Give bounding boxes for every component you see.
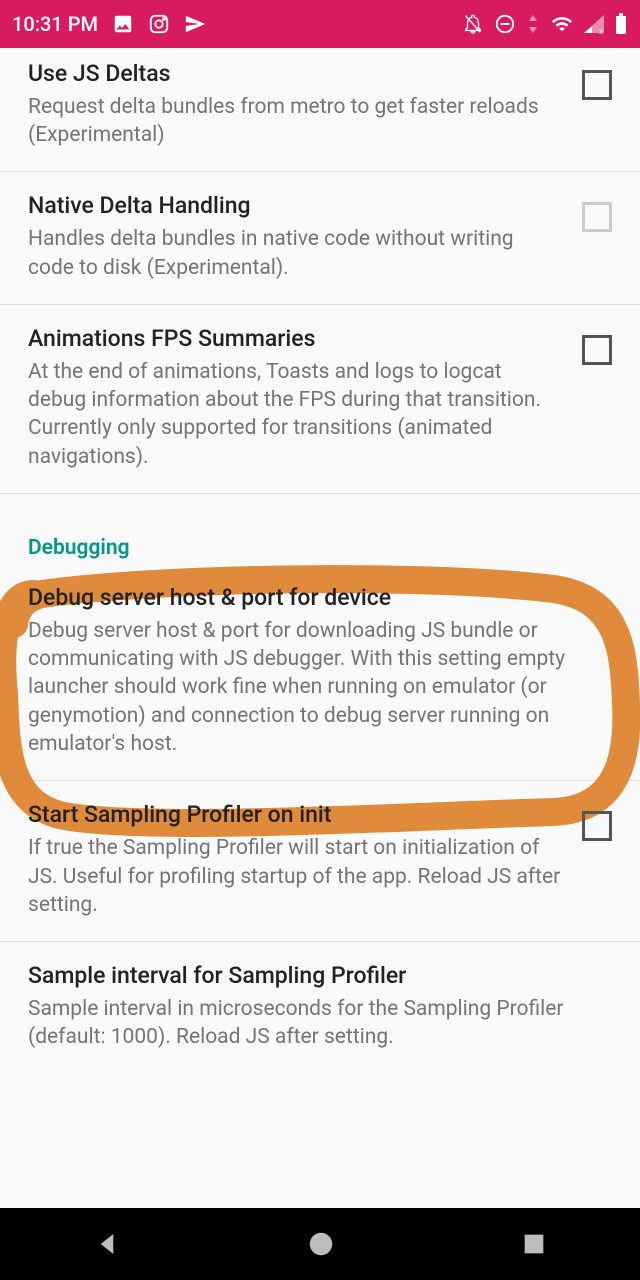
signal-icon: x bbox=[584, 13, 604, 35]
recents-button[interactable] bbox=[520, 1230, 548, 1258]
setting-desc: Debug server host & port for downloading… bbox=[28, 617, 612, 759]
image-icon bbox=[112, 13, 134, 35]
section-header-debugging: Debugging bbox=[0, 494, 640, 564]
send-icon bbox=[184, 13, 206, 35]
setting-text: Use JS Deltas Request delta bundles from… bbox=[28, 60, 564, 149]
setting-debug-server-host-port[interactable]: Debug server host & port for device Debu… bbox=[0, 564, 640, 780]
setting-text: Start Sampling Profiler on init If true … bbox=[28, 801, 564, 919]
setting-native-delta-handling[interactable]: Native Delta Handling Handles delta bund… bbox=[0, 172, 640, 304]
setting-desc: Handles delta bundles in native code wit… bbox=[28, 225, 564, 282]
svg-text:x: x bbox=[599, 27, 603, 35]
status-bar: 10:31 PM x bbox=[0, 0, 640, 48]
home-button[interactable] bbox=[306, 1229, 336, 1259]
status-time: 10:31 PM bbox=[12, 12, 98, 36]
setting-title: Use JS Deltas bbox=[28, 60, 564, 89]
setting-use-js-deltas[interactable]: Use JS Deltas Request delta bundles from… bbox=[0, 48, 640, 172]
setting-animations-fps[interactable]: Animations FPS Summaries At the end of a… bbox=[0, 305, 640, 494]
battery-icon bbox=[614, 12, 628, 36]
checkbox[interactable] bbox=[582, 811, 612, 841]
setting-title: Debug server host & port for device bbox=[28, 584, 612, 613]
data-sync-icon bbox=[526, 13, 540, 35]
setting-text: Native Delta Handling Handles delta bund… bbox=[28, 192, 564, 281]
status-right: x bbox=[462, 12, 628, 36]
setting-desc: If true the Sampling Profiler will start… bbox=[28, 834, 564, 919]
navigation-bar bbox=[0, 1208, 640, 1280]
setting-text: Debug server host & port for device Debu… bbox=[28, 584, 612, 758]
checkbox[interactable] bbox=[582, 202, 612, 232]
checkbox[interactable] bbox=[582, 70, 612, 100]
setting-text: Sample interval for Sampling Profiler Sa… bbox=[28, 962, 612, 1051]
setting-title: Sample interval for Sampling Profiler bbox=[28, 962, 612, 991]
notifications-off-icon bbox=[462, 13, 484, 35]
setting-title: Native Delta Handling bbox=[28, 192, 564, 221]
wifi-icon bbox=[550, 13, 574, 35]
setting-title: Start Sampling Profiler on init bbox=[28, 801, 564, 830]
setting-text: Animations FPS Summaries At the end of a… bbox=[28, 325, 564, 471]
checkbox[interactable] bbox=[582, 335, 612, 365]
do-not-disturb-icon bbox=[494, 13, 516, 35]
setting-start-sampling-profiler[interactable]: Start Sampling Profiler on init If true … bbox=[0, 781, 640, 942]
status-left: 10:31 PM bbox=[12, 12, 206, 36]
setting-desc: Request delta bundles from metro to get … bbox=[28, 93, 564, 150]
settings-list[interactable]: Use JS Deltas Request delta bundles from… bbox=[0, 48, 640, 1208]
setting-desc: Sample interval in microseconds for the … bbox=[28, 995, 612, 1052]
back-button[interactable] bbox=[92, 1229, 122, 1259]
setting-sample-interval[interactable]: Sample interval for Sampling Profiler Sa… bbox=[0, 942, 640, 1073]
setting-desc: At the end of animations, Toasts and log… bbox=[28, 358, 564, 471]
highlighted-setting: Debug server host & port for device Debu… bbox=[0, 564, 640, 780]
instagram-icon bbox=[148, 13, 170, 35]
setting-title: Animations FPS Summaries bbox=[28, 325, 564, 354]
